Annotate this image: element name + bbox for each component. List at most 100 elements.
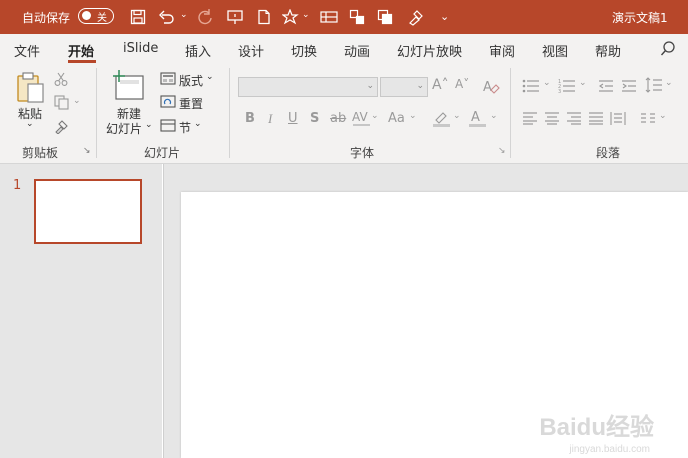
- reset-icon[interactable]: [160, 95, 176, 108]
- svg-text:A: A: [471, 110, 480, 125]
- justify-icon[interactable]: [588, 112, 604, 125]
- font-name-dropdown[interactable]: ⌄: [238, 77, 378, 97]
- section-dropdown-icon[interactable]: ⌄: [194, 119, 202, 129]
- paste-icon[interactable]: [15, 70, 47, 104]
- layout-label[interactable]: 版式: [179, 72, 203, 89]
- present-icon[interactable]: [226, 9, 244, 25]
- svg-text:A: A: [483, 80, 492, 95]
- align-left-icon[interactable]: [522, 112, 538, 125]
- svg-text:3: 3: [558, 89, 561, 93]
- columns-icon[interactable]: [640, 112, 656, 125]
- undo-icon[interactable]: [158, 9, 176, 25]
- layout-dropdown-icon[interactable]: ⌄: [206, 72, 214, 82]
- new-slide-icon[interactable]: [112, 70, 146, 102]
- numbering-icon[interactable]: 1 2 3: [558, 79, 576, 93]
- new-slide-dropdown-icon[interactable]: ⌄: [145, 120, 153, 130]
- font-size-dropdown[interactable]: ⌄: [380, 77, 428, 97]
- group-separator: [510, 68, 511, 158]
- tab-insert[interactable]: 插入: [185, 41, 211, 60]
- shapes-dropdown-icon[interactable]: ⌄: [302, 10, 310, 20]
- font-color-dropdown-icon[interactable]: ⌄: [490, 111, 498, 121]
- format-painter-ribbon-icon[interactable]: [54, 119, 70, 134]
- autosave-state: 关: [97, 13, 107, 24]
- copy-dropdown-icon[interactable]: ⌄: [73, 96, 81, 106]
- font-group-label: 字体: [350, 146, 375, 160]
- autosave-toggle[interactable]: 关: [78, 8, 114, 24]
- paste-dropdown-icon[interactable]: ⌄: [26, 119, 34, 129]
- character-spacing-dropdown-icon[interactable]: ⌄: [371, 111, 379, 121]
- highlight-icon[interactable]: [432, 110, 452, 128]
- shrink-font-icon[interactable]: A˅: [455, 77, 469, 91]
- columns-dropdown-icon[interactable]: ⌄: [659, 111, 667, 121]
- reset-label[interactable]: 重置: [179, 95, 203, 112]
- chevron-down-icon: ⌄: [366, 81, 374, 91]
- watermark-url: jingyan.baidu.com: [569, 444, 650, 455]
- ribbon-home: 粘贴 ⌄ ⌄ 剪贴板 ↘ 新建 幻灯片 ⌄ 版式 ⌄ 重置 节 ⌄ 幻灯片 ⌄ …: [0, 64, 688, 164]
- bullets-dropdown-icon[interactable]: ⌄: [543, 78, 551, 88]
- section-label[interactable]: 节: [179, 119, 191, 136]
- tab-view[interactable]: 视图: [542, 41, 568, 60]
- shapes-icon[interactable]: [282, 9, 300, 25]
- tab-design[interactable]: 设计: [238, 41, 264, 60]
- chevron-down-icon: ⌄: [416, 81, 424, 91]
- autosave-label: 自动保存: [22, 11, 71, 25]
- paragraph-group-label: 段落: [596, 146, 621, 160]
- svg-text:AV: AV: [352, 110, 368, 124]
- text-shadow-button[interactable]: S: [310, 111, 319, 126]
- section-icon[interactable]: [160, 119, 176, 132]
- tab-home[interactable]: 开始: [68, 41, 94, 60]
- tab-transitions[interactable]: 切换: [291, 41, 317, 60]
- ribbon-tabs: 文件 开始 iSlide 插入 设计 切换 动画 幻灯片放映 审阅 视图 帮助: [0, 34, 688, 64]
- table-icon[interactable]: [320, 9, 338, 25]
- clipboard-launcher-icon[interactable]: ↘: [83, 146, 91, 156]
- watermark-logo: Baidu经验: [539, 414, 654, 441]
- new-slide-label-2[interactable]: 幻灯片: [106, 120, 142, 137]
- title-bar: 自动保存 关 ⌄ ⌄ ⌄ 演示文稿1: [0, 0, 688, 34]
- numbering-dropdown-icon[interactable]: ⌄: [579, 78, 587, 88]
- distributed-icon[interactable]: [610, 111, 626, 126]
- search-icon[interactable]: [660, 41, 676, 57]
- decrease-indent-icon[interactable]: [598, 79, 614, 93]
- active-tab-indicator: [68, 60, 96, 63]
- tab-review[interactable]: 审阅: [489, 41, 515, 60]
- format-painter-icon[interactable]: [407, 8, 425, 26]
- clipboard-group-label: 剪贴板: [22, 146, 59, 160]
- redo-icon[interactable]: [197, 9, 213, 25]
- grow-font-icon[interactable]: A˄: [432, 77, 449, 93]
- undo-dropdown-icon[interactable]: ⌄: [180, 10, 188, 20]
- bullets-icon[interactable]: [522, 79, 540, 93]
- tab-islide[interactable]: iSlide: [123, 41, 158, 56]
- align-center-icon[interactable]: [544, 112, 560, 125]
- more-icon[interactable]: ⌄: [440, 10, 449, 23]
- tab-file[interactable]: 文件: [14, 41, 40, 60]
- increase-indent-icon[interactable]: [621, 79, 637, 93]
- italic-button[interactable]: I: [268, 111, 272, 127]
- new-icon[interactable]: [256, 9, 272, 25]
- underline-button[interactable]: U: [288, 111, 298, 126]
- slides-group-label: 幻灯片: [144, 146, 181, 160]
- bold-button[interactable]: B: [245, 111, 255, 126]
- change-case-button[interactable]: Aa: [388, 111, 405, 126]
- arrange-icon[interactable]: [349, 9, 365, 25]
- save-icon[interactable]: [130, 9, 146, 25]
- tab-slideshow[interactable]: 幻灯片放映: [397, 41, 462, 60]
- tab-animations[interactable]: 动画: [344, 41, 370, 60]
- copy-ribbon-icon[interactable]: [54, 95, 70, 110]
- tab-help[interactable]: 帮助: [595, 41, 621, 60]
- copy-icon[interactable]: [377, 9, 393, 25]
- clear-formatting-icon[interactable]: A: [482, 78, 500, 96]
- strikethrough-button[interactable]: ab: [330, 111, 346, 126]
- line-spacing-dropdown-icon[interactable]: ⌄: [665, 78, 673, 88]
- cut-icon[interactable]: [54, 72, 68, 86]
- highlight-dropdown-icon[interactable]: ⌄: [453, 111, 461, 121]
- slide-thumbnail[interactable]: [34, 179, 142, 244]
- change-case-dropdown-icon[interactable]: ⌄: [409, 111, 417, 121]
- font-color-icon[interactable]: A: [468, 109, 488, 128]
- font-launcher-icon[interactable]: ↘: [498, 146, 506, 156]
- align-right-icon[interactable]: [566, 112, 582, 125]
- line-spacing-icon[interactable]: [645, 77, 663, 94]
- layout-icon[interactable]: [160, 72, 176, 85]
- slide-number: 1: [13, 178, 22, 193]
- group-separator: [229, 68, 230, 158]
- toggle-knob: [82, 11, 91, 20]
